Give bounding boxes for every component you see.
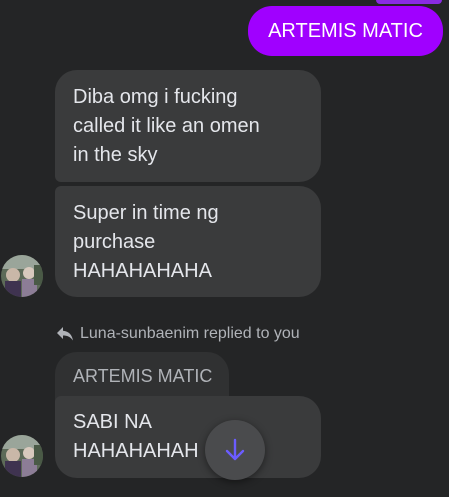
avatar-photo [1, 255, 43, 297]
contact-avatar[interactable] [1, 435, 43, 477]
scroll-to-bottom-button[interactable] [205, 420, 265, 480]
reply-indicator-text: Luna-sunbaenim replied to you [80, 325, 300, 342]
received-message-bubble[interactable]: Diba omg i fucking called it like an ome… [55, 70, 321, 182]
chat-thread: ARTEMIS MATIC Diba omg i fucking called … [0, 0, 449, 497]
sent-message-bubble[interactable]: ARTEMIS MATIC [248, 6, 443, 56]
avatar-photo [1, 435, 43, 477]
reply-indicator: Luna-sunbaenim replied to you [56, 323, 300, 345]
arrow-down-icon [225, 438, 245, 461]
reply-arrow-icon [56, 326, 74, 342]
previous-sent-bubble-edge [376, 0, 442, 4]
contact-avatar[interactable] [1, 255, 43, 297]
received-message-bubble[interactable]: SABI NA HAHAHAHAH [55, 396, 321, 478]
received-message-bubble[interactable]: Super in time ng purchase HAHAHAHAHA [55, 186, 321, 297]
